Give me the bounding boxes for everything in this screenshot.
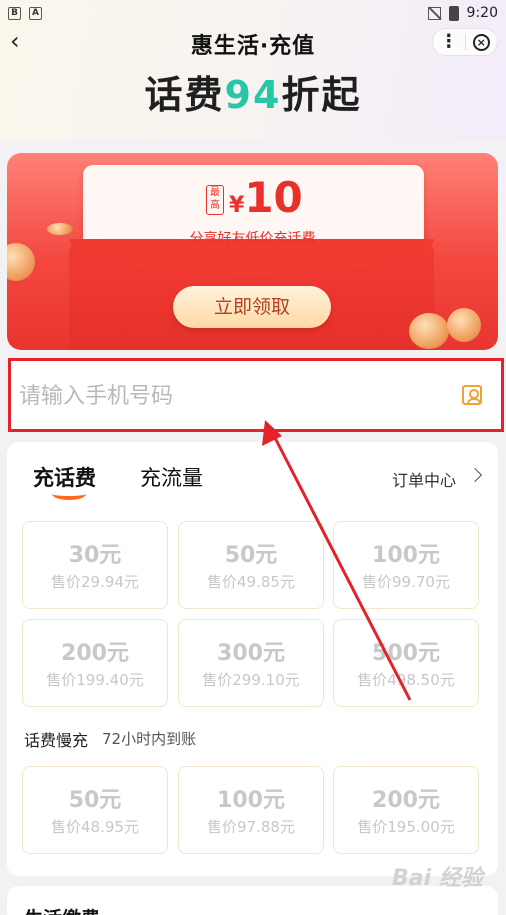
option-price: 售价48.95元 xyxy=(51,818,139,836)
section-title: 生活缴费 xyxy=(24,904,100,915)
coin-icon xyxy=(447,308,481,342)
option-face-value: 30元 xyxy=(68,543,122,568)
recharge-option[interactable]: 100元 售价99.70元 xyxy=(333,521,479,609)
slogan-prefix: 话费 xyxy=(144,73,225,117)
phone-input-box xyxy=(8,358,504,432)
slow-recharge-label: 话费慢充 xyxy=(24,731,89,750)
option-price: 售价195.00元 xyxy=(357,818,455,836)
option-face-value: 200元 xyxy=(372,788,440,813)
watermark: Bai 经验 xyxy=(392,866,483,891)
app-notification-icon: A xyxy=(29,6,42,20)
option-face-value: 100元 xyxy=(372,543,440,568)
slow-recharge-sublabel: 72小时内到账 xyxy=(102,730,197,748)
status-time: 9:20 xyxy=(466,5,498,21)
page-title: 惠生活·充值 xyxy=(190,34,316,59)
max-badge: 最高 xyxy=(206,185,224,215)
close-button[interactable]: × xyxy=(465,33,497,51)
option-price: 售价299.10元 xyxy=(202,671,300,689)
coin-icon xyxy=(7,243,35,281)
option-face-value: 500元 xyxy=(372,641,440,666)
recharge-panel: 充话费 充流量 订单中心 30元 售价29.94元 50元 售价49.85元 1… xyxy=(7,442,498,876)
option-price: 售价498.50元 xyxy=(357,671,455,689)
app-notification-icon: B xyxy=(8,6,21,20)
battery-icon xyxy=(448,5,459,21)
phone-number-input[interactable] xyxy=(19,379,439,413)
option-face-value: 200元 xyxy=(61,641,129,666)
chevron-right-icon[interactable] xyxy=(467,467,483,483)
coin-icon xyxy=(409,313,449,349)
slogan-suffix: 折起 xyxy=(281,73,362,117)
active-tab-indicator xyxy=(52,488,86,500)
option-price: 售价199.40元 xyxy=(46,671,144,689)
option-face-value: 100元 xyxy=(217,788,285,813)
dnd-off-icon xyxy=(427,6,441,20)
tab-data-recharge[interactable]: 充流量 xyxy=(140,462,203,492)
reward-amount: ¥10 xyxy=(229,173,303,222)
banner-subtitle: 分享好友低价充话费 xyxy=(189,231,316,247)
recharge-option[interactable]: 500元 售价498.50元 xyxy=(333,619,479,707)
option-face-value: 300元 xyxy=(217,641,285,666)
slow-recharge-option[interactable]: 50元 售价48.95元 xyxy=(22,766,168,854)
status-bar: B A 9:20 xyxy=(0,0,506,26)
order-center-link[interactable]: 订单中心 xyxy=(392,467,456,491)
option-price: 售价49.85元 xyxy=(207,573,295,591)
slow-recharge-option[interactable]: 200元 售价195.00元 xyxy=(333,766,479,854)
slogan-discount: 94 xyxy=(224,73,282,117)
more-icon[interactable]: ⋮ xyxy=(433,29,465,55)
option-face-value: 50元 xyxy=(68,788,122,813)
option-price: 售价29.94元 xyxy=(51,573,139,591)
option-face-value: 50元 xyxy=(224,543,278,568)
recharge-option[interactable]: 300元 售价299.10元 xyxy=(178,619,324,707)
amount-value: 10 xyxy=(244,173,303,222)
promo-slogan: 话费94折起 xyxy=(0,64,506,119)
slow-recharge-option[interactable]: 100元 售价97.88元 xyxy=(178,766,324,854)
mini-app-capsule: ⋮ × xyxy=(432,28,498,56)
option-price: 售价97.88元 xyxy=(207,818,295,836)
option-price: 售价99.70元 xyxy=(362,573,450,591)
recharge-option[interactable]: 30元 售价29.94元 xyxy=(22,521,168,609)
currency-symbol: ¥ xyxy=(229,193,245,218)
contacts-icon[interactable] xyxy=(462,385,482,405)
red-envelope-banner[interactable]: 最高 ¥10 分享好友低价充话费 立即领取 xyxy=(7,153,498,350)
recharge-option[interactable]: 200元 售价199.40元 xyxy=(22,619,168,707)
claim-button[interactable]: 立即领取 xyxy=(173,286,331,328)
recharge-option[interactable]: 50元 售价49.85元 xyxy=(178,521,324,609)
close-icon: × xyxy=(472,33,490,51)
